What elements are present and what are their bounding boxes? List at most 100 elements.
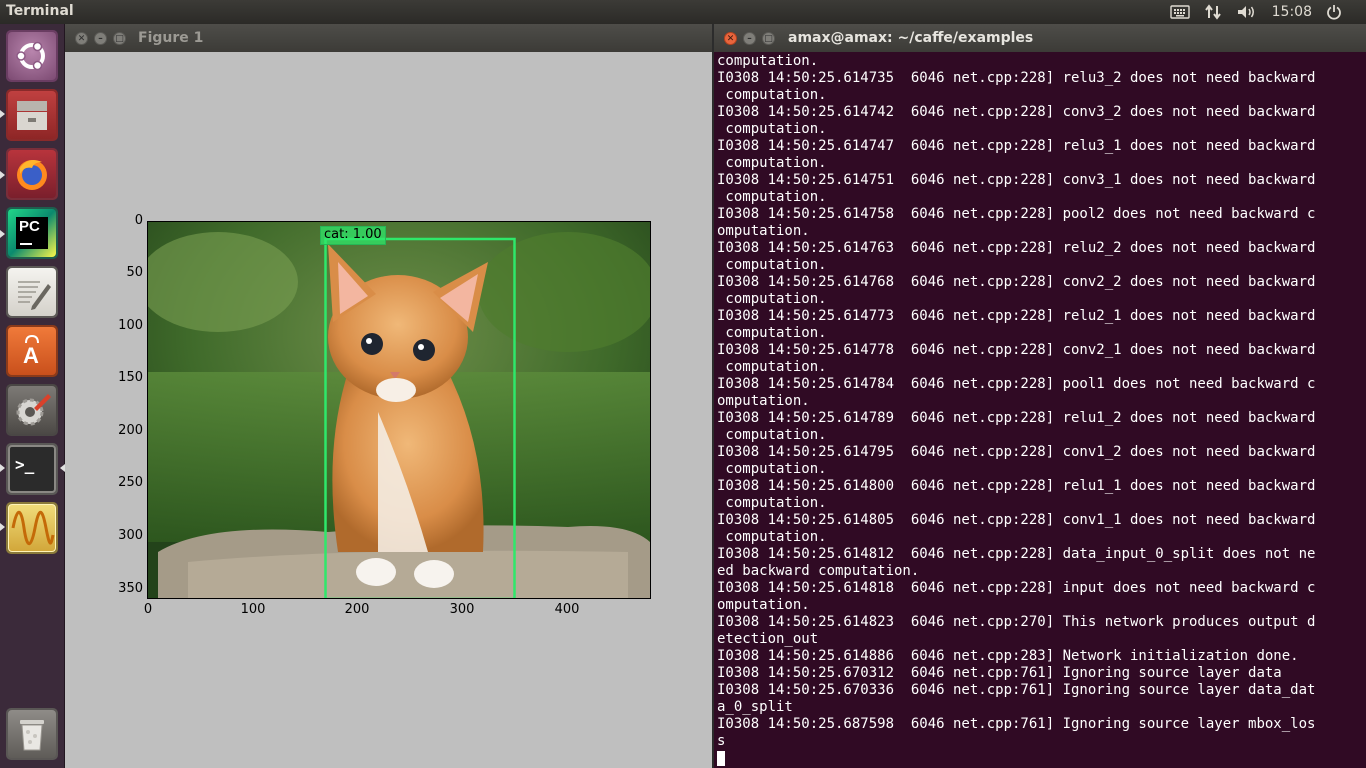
pycharm-launcher[interactable]: PC bbox=[6, 207, 58, 259]
launcher: PC A >_ bbox=[0, 24, 65, 768]
clock[interactable]: 15:08 bbox=[1272, 0, 1312, 24]
terminal-line: I0308 14:50:25.614773 6046 net.cpp:228] … bbox=[717, 308, 1316, 324]
terminal-line: computation. bbox=[717, 325, 827, 341]
x-tick-label: 400 bbox=[554, 602, 580, 617]
files-icon bbox=[8, 91, 56, 139]
terminal-minimize-button[interactable]: – bbox=[743, 32, 756, 45]
figure-minimize-button[interactable]: – bbox=[94, 32, 107, 45]
terminal-launcher[interactable]: >_ bbox=[6, 443, 58, 495]
terminal-maximize-button[interactable]: □ bbox=[762, 32, 775, 45]
power-icon[interactable] bbox=[1326, 0, 1342, 24]
terminal-line: I0308 14:50:25.670336 6046 net.cpp:761] … bbox=[717, 682, 1316, 698]
terminal-line: computation. bbox=[717, 189, 827, 205]
terminal-line: omputation. bbox=[717, 597, 810, 613]
y-tick-label: 0 bbox=[134, 213, 143, 228]
figure-launcher[interactable] bbox=[6, 502, 58, 554]
x-tick-label: 0 bbox=[143, 602, 153, 617]
cat-photo-image bbox=[148, 222, 650, 598]
terminal-line: computation. bbox=[717, 121, 827, 137]
terminal-titlebar[interactable]: ✕ – □ amax@amax: ~/caffe/examples bbox=[714, 24, 1366, 52]
terminal-line: a_0_split bbox=[717, 699, 793, 715]
x-tick-label: 300 bbox=[449, 602, 475, 617]
trash-icon bbox=[8, 710, 56, 758]
terminal-line: computation. bbox=[717, 53, 819, 69]
y-tick-label: 300 bbox=[118, 528, 143, 543]
terminal-line: computation. bbox=[717, 87, 827, 103]
terminal-output[interactable]: computation. I0308 14:50:25.614735 6046 n… bbox=[717, 53, 1362, 768]
trash-launcher[interactable] bbox=[6, 708, 58, 760]
terminal-line: I0308 14:50:25.614818 6046 net.cpp:228] … bbox=[717, 580, 1316, 596]
top-panel: Terminal 15:08 bbox=[0, 0, 1366, 24]
terminal-line: computation. bbox=[717, 291, 827, 307]
terminal-line: omputation. bbox=[717, 393, 810, 409]
running-indicator bbox=[0, 110, 5, 118]
terminal-line: I0308 14:50:25.614758 6046 net.cpp:228] … bbox=[717, 206, 1316, 222]
running-indicator bbox=[0, 464, 5, 472]
terminal-line: I0308 14:50:25.614823 6046 net.cpp:270] … bbox=[717, 614, 1316, 630]
ubuntu-logo-icon bbox=[8, 32, 56, 80]
terminal-line: computation. bbox=[717, 427, 827, 443]
figure-close-button[interactable]: ✕ bbox=[75, 32, 88, 45]
plot-image-axes[interactable] bbox=[147, 221, 651, 599]
text-editor-icon bbox=[8, 268, 56, 316]
terminal-line: I0308 14:50:25.614742 6046 net.cpp:228] … bbox=[717, 104, 1316, 120]
terminal-line: I0308 14:50:25.687598 6046 net.cpp:761] … bbox=[717, 716, 1316, 732]
software-center-icon-label: A bbox=[23, 343, 39, 368]
network-icon[interactable] bbox=[1204, 0, 1222, 24]
x-tick-label: 200 bbox=[344, 602, 370, 617]
figure-titlebar[interactable]: ✕ – □ Figure 1 bbox=[65, 24, 712, 52]
terminal-icon: >_ bbox=[8, 445, 56, 493]
terminal-line: I0308 14:50:25.614778 6046 net.cpp:228] … bbox=[717, 342, 1316, 358]
terminal-line: I0308 14:50:25.670312 6046 net.cpp:761] … bbox=[717, 665, 1282, 681]
terminal-line: etection_out bbox=[717, 631, 819, 647]
terminal-window[interactable]: ✕ – □ amax@amax: ~/caffe/examples comput… bbox=[714, 24, 1366, 768]
software-center-icon: A bbox=[8, 327, 56, 375]
terminal-line: I0308 14:50:25.614784 6046 net.cpp:228] … bbox=[717, 376, 1316, 392]
terminal-close-button[interactable]: ✕ bbox=[724, 32, 737, 45]
terminal-line: I0308 14:50:25.614751 6046 net.cpp:228] … bbox=[717, 172, 1316, 188]
running-indicator bbox=[0, 171, 5, 179]
terminal-line: computation. bbox=[717, 529, 827, 545]
indicator-area: 15:08 bbox=[1169, 0, 1366, 24]
terminal-line: computation. bbox=[717, 155, 827, 171]
terminal-line: I0308 14:50:25.614763 6046 net.cpp:228] … bbox=[717, 240, 1316, 256]
terminal-line: I0308 14:50:25.614805 6046 net.cpp:228] … bbox=[717, 512, 1316, 528]
terminal-line: computation. bbox=[717, 461, 827, 477]
detection-label-text: cat: 1.00 bbox=[324, 227, 382, 242]
running-indicator bbox=[0, 230, 5, 238]
terminal-line: I0308 14:50:25.614735 6046 net.cpp:228] … bbox=[717, 70, 1316, 86]
terminal-line: computation. bbox=[717, 257, 827, 273]
terminal-line: ed backward computation. bbox=[717, 563, 920, 579]
volume-icon[interactable] bbox=[1236, 0, 1258, 24]
figure-window-title: Figure 1 bbox=[138, 30, 204, 46]
y-tick-label: 350 bbox=[118, 581, 143, 596]
system-settings-launcher[interactable] bbox=[6, 384, 58, 436]
y-tick-label: 50 bbox=[126, 265, 143, 280]
terminal-cursor bbox=[717, 751, 725, 766]
figure-maximize-button[interactable]: □ bbox=[113, 32, 126, 45]
system-settings-icon bbox=[8, 386, 56, 434]
terminal-line: I0308 14:50:25.614886 6046 net.cpp:283] … bbox=[717, 648, 1299, 664]
ubuntu-dash-button[interactable] bbox=[6, 30, 58, 82]
text-editor-launcher[interactable] bbox=[6, 266, 58, 318]
terminal-line: I0308 14:50:25.614747 6046 net.cpp:228] … bbox=[717, 138, 1316, 154]
terminal-line: I0308 14:50:25.614768 6046 net.cpp:228] … bbox=[717, 274, 1316, 290]
pycharm-icon-label: PC bbox=[19, 218, 40, 235]
terminal-window-title: amax@amax: ~/caffe/examples bbox=[788, 30, 1034, 46]
y-tick-label: 150 bbox=[118, 370, 143, 385]
y-tick-label: 250 bbox=[118, 475, 143, 490]
terminal-line: I0308 14:50:25.614795 6046 net.cpp:228] … bbox=[717, 444, 1316, 460]
firefox-icon bbox=[8, 150, 56, 198]
y-tick-label: 100 bbox=[118, 318, 143, 333]
detection-label: cat: 1.00 bbox=[320, 226, 386, 245]
software-center-launcher[interactable]: A bbox=[6, 325, 58, 377]
firefox-launcher[interactable] bbox=[6, 148, 58, 200]
terminal-line: omputation. bbox=[717, 223, 810, 239]
terminal-icon-label: >_ bbox=[15, 455, 35, 474]
keyboard-icon[interactable] bbox=[1169, 0, 1190, 24]
terminal-line: I0308 14:50:25.614789 6046 net.cpp:228] … bbox=[717, 410, 1316, 426]
terminal-prompt-line[interactable] bbox=[717, 750, 1362, 767]
files-launcher[interactable] bbox=[6, 89, 58, 141]
pycharm-icon: PC bbox=[8, 209, 56, 257]
running-indicator bbox=[0, 523, 5, 531]
